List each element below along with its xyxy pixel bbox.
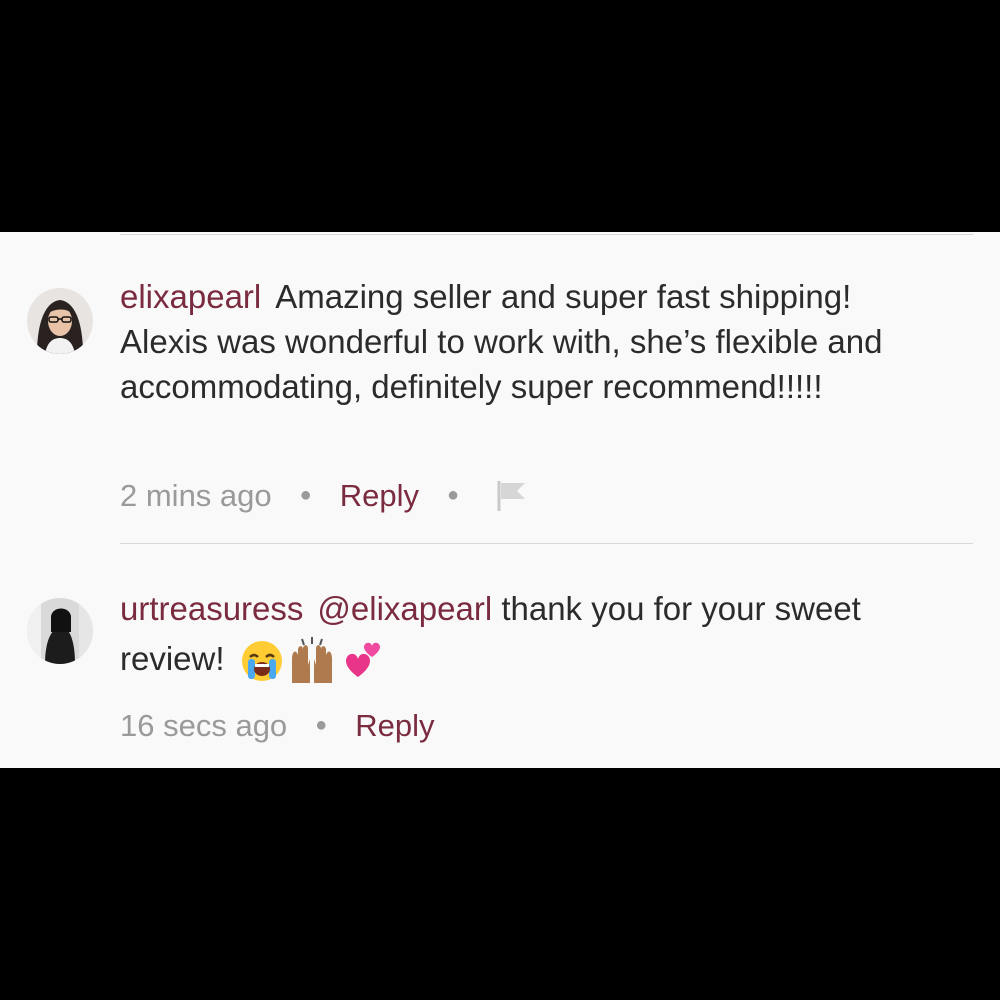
comment-body: urtreasuress @elixapearl thank you for yo… xyxy=(120,584,910,685)
comment-timestamp: 16 secs ago xyxy=(120,708,288,743)
reply-button[interactable]: Reply xyxy=(355,706,434,746)
separator-dot: ● xyxy=(447,484,460,506)
divider xyxy=(120,543,973,544)
two-hearts-emoji xyxy=(345,642,380,678)
comment-username[interactable]: urtreasuress xyxy=(120,590,303,627)
mention-link[interactable]: @elixapearl xyxy=(317,590,492,627)
avatar-photo-icon xyxy=(27,288,93,354)
separator-dot: ● xyxy=(299,484,312,506)
separator-dot: ● xyxy=(315,714,328,736)
loudly-crying-face-emoji xyxy=(241,641,282,682)
comment-meta: 16 secs ago ● Reply xyxy=(120,706,435,746)
emoji-group xyxy=(240,637,386,685)
flag-icon[interactable] xyxy=(495,479,531,513)
divider xyxy=(120,234,973,235)
comment-username[interactable]: elixapearl xyxy=(120,278,261,315)
comment-meta: 2 mins ago ● Reply ● xyxy=(120,476,531,516)
avatar-photo-icon xyxy=(27,598,93,664)
comment-timestamp: 2 mins ago xyxy=(120,478,272,513)
avatar[interactable] xyxy=(27,598,93,664)
raising-hands-emoji xyxy=(291,637,332,684)
avatar[interactable] xyxy=(27,288,93,354)
reply-button[interactable]: Reply xyxy=(340,476,419,516)
comment-body: elixapearl Amazing seller and super fast … xyxy=(120,274,910,409)
comments-panel: elixapearl Amazing seller and super fast … xyxy=(0,232,1000,768)
